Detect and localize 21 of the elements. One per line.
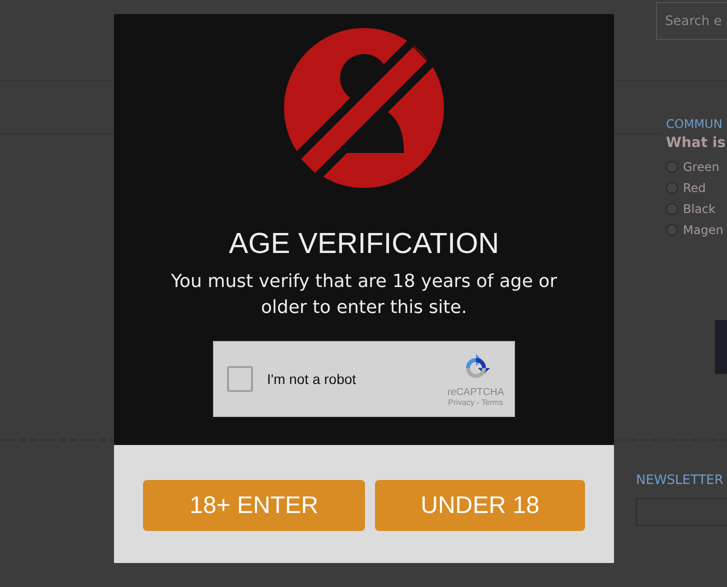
radio-button[interactable] <box>666 202 678 214</box>
modal-title: AGE VERIFICATION <box>228 228 500 261</box>
poll-title: COMMUN <box>666 117 724 131</box>
modal-message: You must verify that are 18 years of age or older to enter this site. <box>170 270 558 320</box>
checkbox[interactable] <box>227 366 253 392</box>
newsletter-title: NEWSLETTER <box>636 473 724 488</box>
age-button[interactable]: UNDER 18 <box>375 480 585 531</box>
option-label: Red <box>683 180 706 194</box>
captcha-label: I'm not a robot <box>267 371 358 387</box>
captcha-brand: reCAPTCHA <box>447 386 504 398</box>
option-label: Magen <box>683 222 724 236</box>
radio-button[interactable] <box>666 224 678 236</box>
poll-question: What is <box>666 135 727 151</box>
privacy-terms-link[interactable]: Privacy - Terms <box>448 398 504 406</box>
option-label: Green <box>683 160 720 174</box>
search-field[interactable]: Search e <box>656 2 727 40</box>
radio-button[interactable] <box>666 160 678 172</box>
option-label: Black <box>683 202 716 216</box>
age-button[interactable]: 18+ ENTER <box>143 480 365 531</box>
no-person-icon <box>284 28 444 188</box>
radio-button[interactable] <box>666 182 678 194</box>
